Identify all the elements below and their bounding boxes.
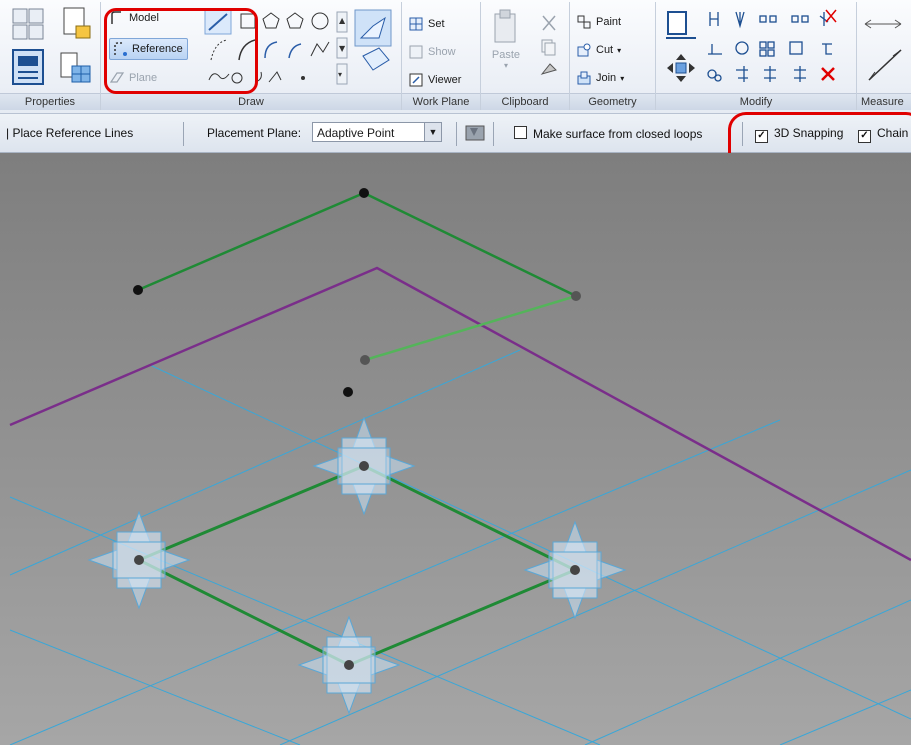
show-label: Show [428, 46, 456, 58]
chevron-down-icon[interactable]: ▼ [424, 123, 441, 141]
paint-icon [577, 15, 591, 29]
match-properties-icon [540, 63, 557, 75]
paste-button[interactable]: Paste ▾ [489, 8, 523, 70]
cut-label: Cut [596, 44, 614, 56]
placement-plane-value: Adaptive Point [317, 126, 395, 140]
checkbox-unchecked[interactable] [514, 126, 527, 139]
modify-tools-gallery[interactable] [704, 8, 854, 88]
properties-panel: Properties [0, 2, 101, 110]
paint-button[interactable]: Paint [576, 14, 621, 30]
family-category-icon[interactable] [58, 6, 94, 42]
clipboard-small-tools[interactable] [537, 12, 561, 82]
spline-icon [310, 41, 330, 57]
circle-icon [311, 12, 329, 30]
make-surface-checkbox[interactable]: Make surface from closed loops [514, 126, 702, 141]
viewer-button[interactable]: Viewer [408, 72, 461, 88]
move-icon [667, 54, 695, 82]
delete-icon [821, 67, 835, 81]
geometry-panel: Paint Cut ▾ Join ▾ Geometry [570, 2, 656, 110]
scale-icon [789, 41, 803, 55]
cut-geometry-button[interactable]: Cut ▾ [576, 42, 621, 58]
svg-text:▲: ▲ [339, 16, 346, 25]
trim-icon [736, 66, 748, 82]
modify-panel: Modify [656, 2, 857, 110]
make-surface-label: Make surface from closed loops [533, 127, 703, 141]
reference-line-chain [137, 191, 577, 298]
mirror-icon [709, 12, 719, 26]
divider [456, 122, 457, 146]
panel-label-geometry: Geometry [570, 93, 655, 110]
panel-label-work-plane: Work Plane [402, 93, 480, 110]
panel-label-measure: Measure [857, 93, 911, 110]
measure-panel: Measure [857, 2, 911, 110]
panel-label-properties: Properties [0, 93, 100, 110]
reference-points [133, 188, 581, 670]
offset-icon [708, 44, 722, 55]
set-workplane-icon [409, 17, 423, 31]
join-button[interactable]: Join ▾ [576, 70, 624, 86]
viewer-label: Viewer [428, 74, 462, 86]
set-label: Set [428, 18, 445, 30]
svg-text:▼: ▼ [339, 44, 346, 53]
workplane-viewer-icon[interactable] [464, 124, 486, 142]
type-properties-icon[interactable] [58, 50, 94, 86]
paste-label: Paste [491, 49, 521, 61]
family-types-icon[interactable] [10, 6, 46, 42]
panel-label-draw: Draw [101, 93, 401, 110]
dimension-icon [868, 49, 902, 81]
divider [493, 122, 494, 146]
align-move-tools[interactable] [662, 8, 700, 88]
highlight-draw-tools [104, 8, 258, 94]
pick-faces-icon [362, 47, 390, 71]
join-icon [577, 71, 591, 85]
divider [183, 122, 184, 146]
placement-plane-select[interactable]: Adaptive Point ▼ [312, 122, 442, 142]
reference-line-preview [364, 294, 577, 362]
panel-label-clipboard: Clipboard [481, 93, 569, 110]
polygon-icon [262, 12, 280, 29]
drawing-canvas[interactable] [0, 153, 911, 746]
set-workplane-button[interactable]: Set [408, 16, 445, 32]
rotate-icon [735, 41, 749, 55]
join-label: Join [596, 72, 617, 84]
viewport-graphics [9, 188, 911, 746]
viewer-icon [409, 73, 423, 87]
mode-text: Place Reference Lines [12, 126, 134, 140]
paint-label: Paint [596, 16, 622, 28]
panel-label-modify: Modify [656, 93, 856, 110]
align-icon [667, 11, 687, 35]
work-plane-panel: Set Show Viewer Work Plane [402, 2, 481, 110]
mode-label: | Place Reference Lines [6, 126, 134, 140]
show-workplane-icon [409, 45, 423, 59]
show-workplane-button[interactable]: Show [408, 44, 456, 60]
placement-plane-label: Placement Plane: [207, 126, 302, 140]
clipboard-panel: Paste ▾ Clipboard [481, 2, 570, 110]
paste-icon [494, 9, 516, 43]
svg-text:▾: ▾ [338, 70, 342, 79]
measure-icon [864, 19, 902, 29]
cut-geometry-icon [577, 43, 591, 57]
boundary-lines [9, 266, 911, 562]
measure-tools[interactable] [861, 10, 911, 90]
properties-icon[interactable] [10, 48, 46, 88]
cut-icon [542, 15, 556, 31]
